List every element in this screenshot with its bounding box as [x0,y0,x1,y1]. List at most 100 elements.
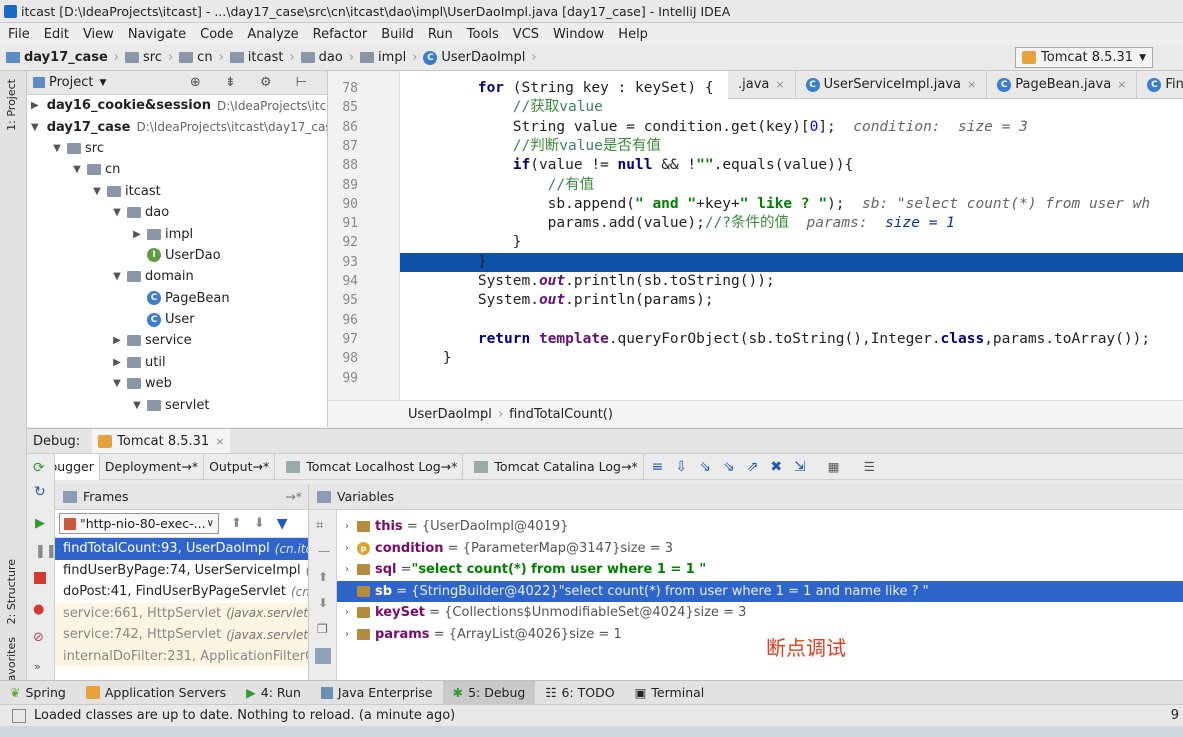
chevron-down-icon[interactable]: ▼ [71,164,83,175]
frame-row[interactable]: findTotalCount:93, UserDaoImpl(cn.itcast [55,538,308,560]
debug-session-tab[interactable]: Tomcat 8.5.31 × [92,429,231,453]
menu-analyze[interactable]: Analyze [239,27,304,42]
close-icon[interactable]: × [967,78,976,91]
frame-row[interactable]: service:661, HttpServlet(javax.servlet.h… [55,602,308,624]
code-line[interactable]: 88 if(value != null && !"".equals(value)… [328,156,1183,175]
resume-icon[interactable]: ▶ [35,516,45,531]
panel-action-icons[interactable]: ⊕ ⇟ ⚙ ⊢ [190,75,317,90]
menu-view[interactable]: View [75,27,120,42]
tree-item[interactable]: ▶ impl [27,223,327,244]
tab-pagebean[interactable]: C PageBean.java × [987,71,1138,99]
variable-row[interactable]: › p condition = {ParameterMap@3147} size =… [337,538,1183,560]
tab-userserviceimpl[interactable]: C UserServiceImpl.java × [796,71,988,99]
tree-item[interactable]: ▶ service [27,330,327,351]
chevron-right-icon[interactable]: ▶ [31,100,39,111]
tree-item[interactable]: ▼ domain [27,266,327,287]
menu-vcs[interactable]: VCS [505,27,545,42]
chevron-down-icon[interactable]: ▼ [31,122,39,133]
frame-nav-icons[interactable]: ⬆⬇ [231,516,277,531]
frame-row[interactable]: findUserByPage:74, UserServiceImpl(cn.it [55,560,308,582]
variable-row[interactable]: › params = {ArrayList@4026} size = 1 [337,624,1183,646]
code-line[interactable]: 90 sb.append(" and "+key+" like ? "); sb… [328,195,1183,214]
crumb-cn[interactable]: cn › [179,50,224,65]
mute-breakpoints-icon[interactable]: ⊘ [33,630,44,645]
chevron-down-icon[interactable]: ▼ [111,207,123,218]
chevron-right-icon[interactable]: › [341,586,353,597]
view-breakpoints-icon[interactable]: ● [33,602,44,617]
menu-refactor[interactable]: Refactor [305,27,374,42]
tab-output[interactable]: Output →* [204,453,276,480]
copy-icon[interactable]: ❐ [317,622,328,636]
chevron-down-icon[interactable]: ▼ [99,78,106,88]
crumb-method[interactable]: findTotalCount() [509,407,613,422]
crumb-impl[interactable]: impl › [360,50,417,65]
tree-item[interactable]: ▶ day16_cookie&session D:\IdeaProjects\itc… [27,95,327,116]
code-line[interactable]: 85 //获取value [328,98,1183,117]
menu-help[interactable]: Help [610,27,654,42]
crumb-class[interactable]: C UserDaoImpl › [423,50,537,65]
chevron-right-icon[interactable]: › [341,564,353,575]
tab-finduserby[interactable]: CFindUserBy [1137,71,1183,99]
filter-icon[interactable]: ▼ [277,516,288,532]
chevron-down-icon[interactable]: ▼ [111,271,123,282]
tab-catalina-log[interactable]: Tomcat Catalina Log →* [463,453,644,480]
code-line[interactable]: 94 System.out.println(sb.toString()); [328,272,1183,291]
menu-file[interactable]: File [0,27,36,42]
frame-row[interactable]: internalDoFilter:231, ApplicationFilterC… [55,645,308,667]
code-line[interactable]: 92 } [328,233,1183,252]
refresh-icon[interactable]: ↻ [34,484,46,500]
chevron-right-icon[interactable]: ▶ [111,357,123,368]
stop-icon[interactable] [34,572,46,584]
chevron-right-icon[interactable]: › [341,607,353,618]
crumb-module[interactable]: day17_case › [6,50,119,65]
chevron-right-icon[interactable]: › [341,521,353,532]
frame-row[interactable]: service:742, HttpServlet(javax.servlet.h… [55,624,308,646]
run-configuration-select[interactable]: Tomcat 8.5.31 ▼ [1015,47,1153,68]
close-icon[interactable]: × [1117,78,1126,91]
tree-item[interactable]: ▼ src [27,138,327,159]
frame-row[interactable]: doPost:41, FindUserByPageServlet(cn.itca [55,581,308,603]
close-icon[interactable]: × [775,78,784,91]
more-icon[interactable]: » [34,660,41,673]
variable-row[interactable]: › this = {UserDaoImpl@4019} [337,516,1183,538]
tree-item[interactable]: C PageBean [27,288,327,309]
step-buttons[interactable]: ≡⇩⇘⇘⇗✖⇲ [652,459,818,475]
chevron-down-icon[interactable]: ▼ [131,400,143,411]
menu-build[interactable]: Build [373,27,420,42]
tool-tab-structure[interactable]: 2: Structure [5,559,18,624]
tool-app-servers[interactable]: Application Servers [76,681,236,705]
code-editor[interactable]: 78 for (String key : keySet) {85 //获取val… [328,71,1183,427]
chevron-right-icon[interactable]: ▶ [131,229,143,240]
evaluate-icon[interactable]: ⌗ [316,518,323,533]
tree-item[interactable]: ▼ servlet [27,394,327,415]
status-toggle-icon[interactable] [12,708,26,723]
menu-code[interactable]: Code [192,27,239,42]
code-line[interactable]: 86 String value = condition.get(key)[0];… [328,118,1183,137]
chevron-down-icon[interactable]: ▼ [111,378,123,389]
menu-window[interactable]: Window [545,27,610,42]
tool-tab-project[interactable]: 1: Project [5,79,18,131]
tree-item[interactable]: ▼ cn [27,159,327,180]
close-icon[interactable]: × [215,435,224,448]
tree-item[interactable]: C User [27,309,327,330]
code-line[interactable]: 89 //有值 [328,176,1183,195]
code-line[interactable]: 97 return template.queryForObject(sb.toS… [328,330,1183,349]
tree-item[interactable]: ▶ util [27,352,327,373]
variable-row[interactable]: › keySet = {Collections$UnmodifiableSet@4… [337,602,1183,624]
tab-localhost-log[interactable]: Tomcat Localhost Log →* [275,453,464,480]
variable-row[interactable]: › sb = {StringBuilder@4022} "select count… [337,580,1183,602]
code-line[interactable]: 98 } [328,349,1183,368]
menu-navigate[interactable]: Navigate [120,27,192,42]
crumb-dao[interactable]: dao › [300,50,354,65]
tree-item[interactable]: ▼ itcast [27,181,327,202]
crumb-itcast[interactable]: itcast › [229,50,295,65]
down-icon[interactable]: ⬇ [318,596,328,610]
menu-edit[interactable]: Edit [36,27,75,42]
tool-debug[interactable]: ✱ 5: Debug [442,680,536,705]
chevron-down-icon[interactable]: ▼ [51,143,63,154]
code-line[interactable]: 91 params.add(value);//?条件的值 params: siz… [328,214,1183,233]
tab-deployment[interactable]: Deployment →* [100,453,205,480]
frames-view-icons[interactable]: ▦ ☰ [828,459,885,474]
code-line[interactable]: 96 [328,311,1183,330]
code-line[interactable]: 95 System.out.println(params); [328,291,1183,310]
